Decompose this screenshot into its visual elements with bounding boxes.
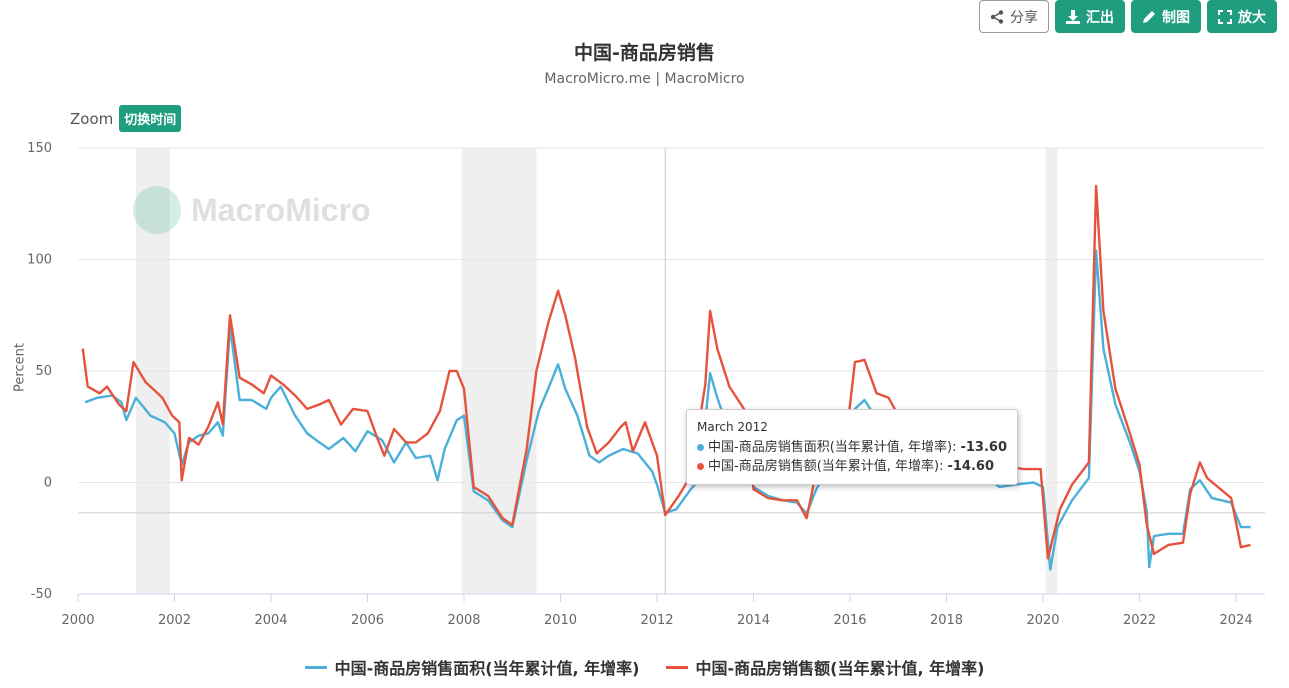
tooltip-date: March 2012 <box>697 420 768 434</box>
x-tick-label: 2022 <box>1123 613 1156 628</box>
legend-item-area[interactable]: 中国-商品房销售面积(当年累计值, 年增率) <box>304 655 640 679</box>
legend-item-amount[interactable]: 中国-商品房销售额(当年累计值, 年增率) <box>665 655 985 679</box>
legend-line-icon <box>665 665 688 669</box>
tooltip-row-area: 中国-商品房销售面积(当年累计值, 年增率): -13.60 <box>697 438 1007 457</box>
x-tick-label: 2014 <box>737 613 770 628</box>
x-tick-label: 2002 <box>158 613 191 628</box>
legend: 中国-商品房销售面积(当年累计值, 年增率) 中国-商品房销售额(当年累计值, … <box>0 655 1289 679</box>
chart-tooltip: March 2012 中国-商品房销售面积(当年累计值, 年增率): -13.6… <box>686 409 1018 485</box>
macromicro-logo-icon <box>133 186 181 234</box>
tooltip-label: 中国-商品房销售面积(当年累计值, 年增率): <box>708 440 957 455</box>
tooltip-label: 中国-商品房销售额(当年累计值, 年增率): <box>708 459 944 474</box>
x-tick-label: 2004 <box>254 613 287 628</box>
watermark: MacroMicro <box>133 186 371 234</box>
y-tick-label: 50 <box>35 364 52 379</box>
x-tick-label: 2016 <box>833 613 866 628</box>
x-tick-label: 2012 <box>640 613 673 628</box>
y-tick-label: 150 <box>27 141 52 156</box>
x-tick-label: 2020 <box>1026 613 1059 628</box>
y-tick-label: 100 <box>27 253 52 268</box>
series-area-dot-icon <box>697 444 704 451</box>
line-chart: 150 100 50 0 -50 2000 2002 2004 2006 2008 2010 2012… <box>27 141 1265 628</box>
series-area-line <box>84 249 1251 571</box>
y-tick-label: 0 <box>44 476 52 491</box>
y-tick-label: -50 <box>31 587 52 602</box>
tooltip-row-amount: 中国-商品房销售额(当年累计值, 年增率): -14.60 <box>697 457 1007 476</box>
watermark-text: MacroMicro <box>191 191 371 228</box>
tooltip-value: -14.60 <box>947 459 994 474</box>
x-tick-label: 2006 <box>351 613 384 628</box>
x-tick-label: 2018 <box>930 613 963 628</box>
series-amount-line <box>81 184 1251 560</box>
x-tick-label: 2008 <box>447 613 480 628</box>
x-tick-label: 2010 <box>544 613 577 628</box>
x-tick-label: 2024 <box>1220 613 1253 628</box>
legend-line-icon <box>304 665 327 669</box>
series-amount-dot-icon <box>697 463 704 470</box>
x-tick-label: 2000 <box>61 613 94 628</box>
tooltip-value: -13.60 <box>960 440 1007 455</box>
legend-label: 中国-商品房销售面积(当年累计值, 年增率) <box>334 659 640 678</box>
legend-label: 中国-商品房销售额(当年累计值, 年增率) <box>695 659 985 678</box>
